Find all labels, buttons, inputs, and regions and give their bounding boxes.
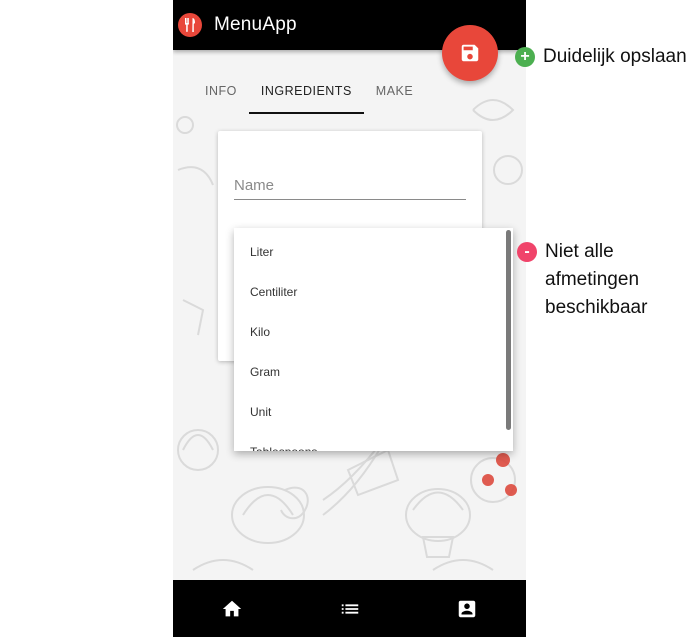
unit-option-unit[interactable]: Unit — [234, 392, 513, 432]
tab-make[interactable]: MAKE — [364, 74, 425, 114]
unit-option-centiliter[interactable]: Centiliter — [234, 272, 513, 312]
nav-profile-button[interactable] — [408, 580, 526, 637]
app-title: MenuApp — [214, 14, 297, 35]
unit-dropdown-menu: Liter Centiliter Kilo Gram Unit Tablespo… — [234, 228, 513, 451]
negative-annotation-line: afmetingen — [545, 269, 640, 290]
save-icon — [461, 44, 479, 62]
contact-card-icon — [458, 600, 476, 617]
plus-icon: + — [515, 47, 535, 67]
name-input[interactable] — [234, 171, 466, 200]
list-icon — [341, 603, 358, 614]
save-fab-button[interactable] — [442, 25, 498, 81]
unit-option-kilo[interactable]: Kilo — [234, 312, 513, 352]
bottom-navigation — [173, 580, 526, 637]
tab-info[interactable]: INFO — [193, 74, 249, 114]
cutlery-logo-icon — [178, 13, 202, 37]
negative-annotation-line: beschikbaar — [545, 297, 648, 318]
home-icon — [222, 600, 241, 616]
unit-option-gram[interactable]: Gram — [234, 352, 513, 392]
unit-option-liter[interactable]: Liter — [234, 232, 513, 272]
dropdown-scrollbar[interactable] — [506, 230, 511, 430]
negative-annotation-text: Niet alle afmetingen beschikbaar — [545, 238, 647, 322]
nav-list-button[interactable] — [291, 580, 409, 637]
negative-annotation-line: Niet alle — [545, 241, 614, 262]
tab-ingredients[interactable]: INGREDIENTS — [248, 74, 364, 114]
minus-icon: - — [517, 242, 537, 262]
nav-home-button[interactable] — [173, 580, 291, 637]
positive-annotation: + Duidelijk opslaan — [515, 43, 687, 71]
unit-option-tablespoons[interactable]: Tablespoons — [234, 432, 513, 451]
tab-bar: INFO INGREDIENTS MAKE — [193, 74, 425, 116]
negative-annotation: - Niet alle afmetingen beschikbaar — [517, 238, 647, 322]
positive-annotation-text: Duidelijk opslaan — [543, 46, 687, 67]
